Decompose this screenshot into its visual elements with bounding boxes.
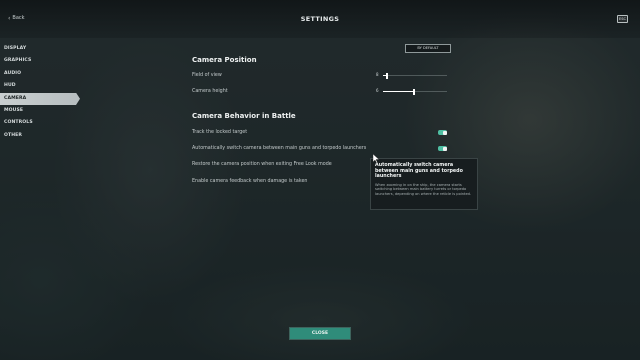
camera-height-value: 6: [376, 88, 379, 93]
camera-height-slider[interactable]: 6: [376, 88, 451, 95]
restore-position-label: Restore the camera position when exiting…: [192, 162, 332, 167]
page-title: SETTINGS: [300, 15, 340, 23]
top-bar: ‹ Back SETTINGS ESC: [0, 0, 640, 38]
settings-sidebar: DISPLAY GRAPHICS AUDIO HUD CAMERA MOUSE …: [0, 43, 80, 142]
slider-thumb[interactable]: [412, 88, 415, 95]
field-of-view-label: Field of view: [192, 73, 222, 78]
sidebar-item-audio[interactable]: AUDIO: [0, 68, 80, 80]
esc-button[interactable]: ESC: [617, 15, 628, 23]
sidebar-item-camera[interactable]: CAMERA: [0, 92, 80, 105]
tooltip-body: When zooming in on the ship, the camera …: [375, 183, 472, 196]
tooltip-title: Automatically switch camera between main…: [375, 163, 463, 180]
slider-track: [383, 75, 447, 76]
camera-feedback-label: Enable camera feedback when damage is ta…: [192, 179, 308, 184]
section-title-camera-position: Camera Position: [192, 56, 257, 64]
camera-height-label: Camera height: [192, 89, 228, 94]
track-target-toggle[interactable]: [438, 130, 447, 135]
sidebar-item-other[interactable]: OTHER: [0, 130, 80, 142]
sidebar-item-mouse[interactable]: MOUSE: [0, 105, 80, 117]
slider-fill: [383, 90, 414, 93]
sidebar-item-graphics[interactable]: GRAPHICS: [0, 55, 80, 67]
field-of-view-value: 8: [376, 72, 379, 77]
mouse-cursor-icon: [373, 154, 380, 163]
sidebar-item-display[interactable]: DISPLAY: [0, 43, 80, 55]
tooltip: Automatically switch camera between main…: [370, 158, 478, 210]
by-default-button[interactable]: BY DEFAULT: [405, 44, 451, 53]
blurred-background: [0, 0, 640, 360]
field-of-view-slider[interactable]: 8: [376, 72, 451, 79]
slider-thumb[interactable]: [385, 72, 388, 79]
sidebar-item-hud[interactable]: HUD: [0, 80, 80, 92]
section-title-camera-behavior: Camera Behavior in Battle: [192, 112, 296, 120]
auto-switch-label: Automatically switch camera between main…: [192, 146, 367, 151]
close-button[interactable]: CLOSE: [289, 327, 351, 340]
sidebar-item-controls[interactable]: CONTROLS: [0, 117, 80, 129]
auto-switch-toggle[interactable]: [438, 146, 447, 151]
track-target-label: Track the locked target: [192, 130, 248, 135]
